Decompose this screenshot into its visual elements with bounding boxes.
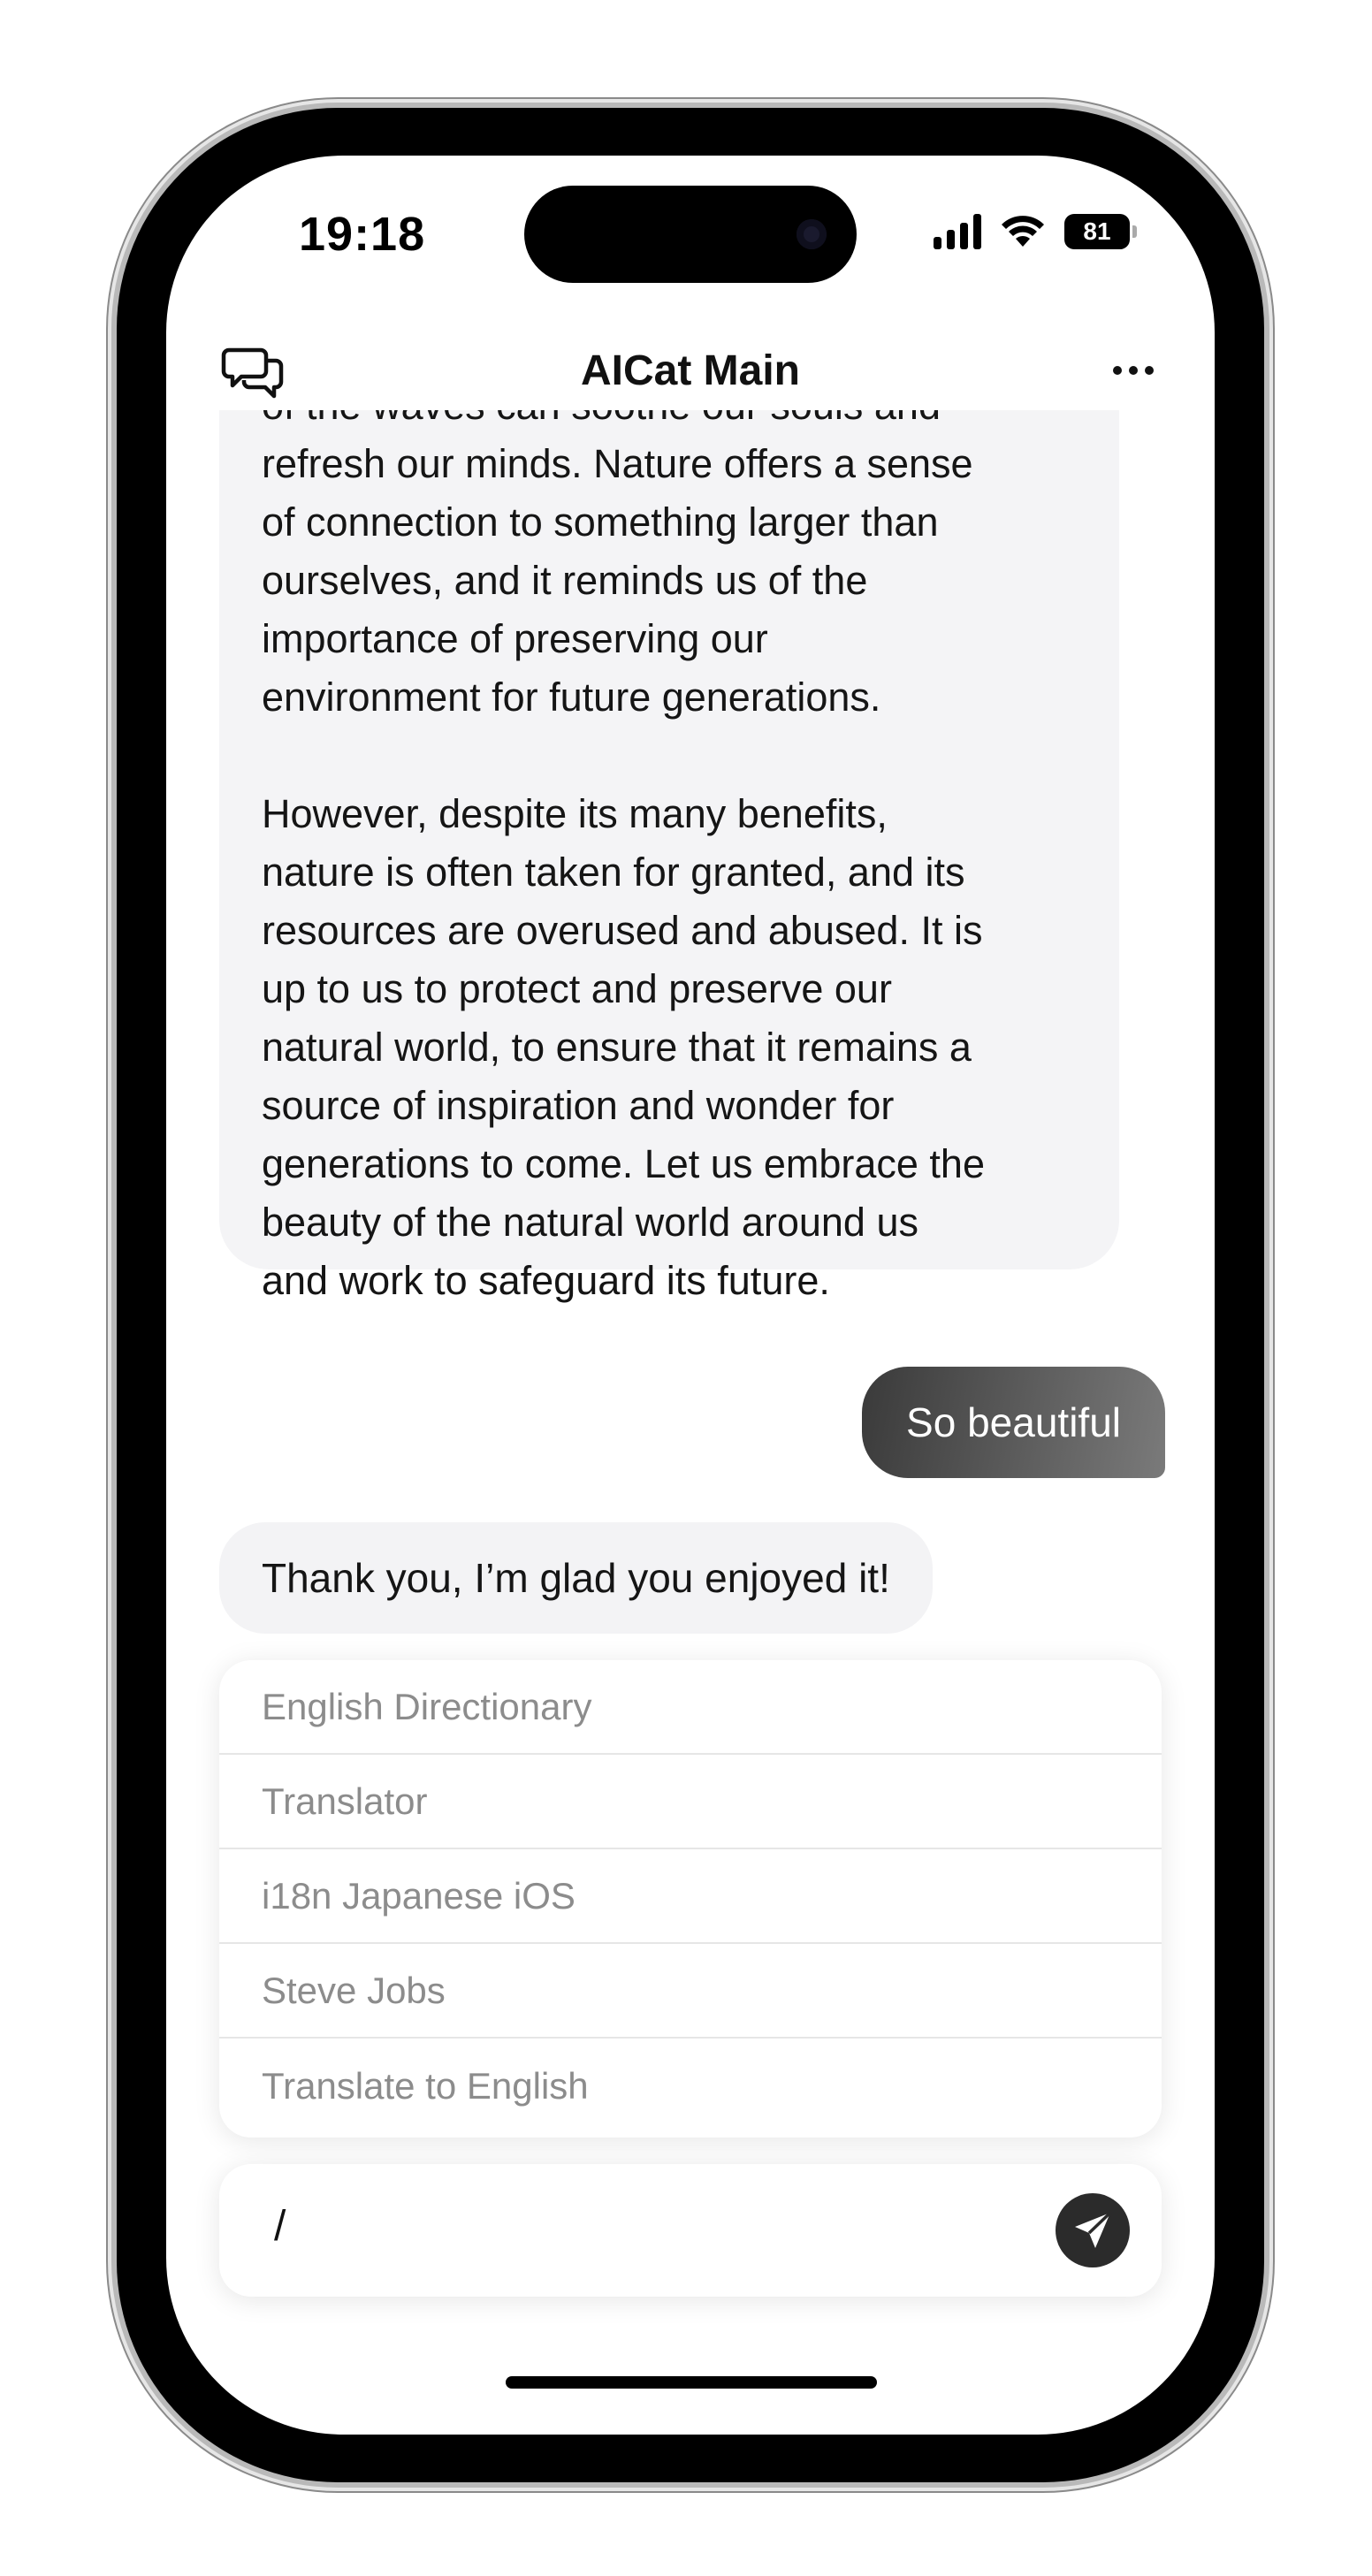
- app-header: AICat Main: [166, 332, 1215, 408]
- chat-area[interactable]: of the waves can soothe our souls and re…: [166, 410, 1215, 1736]
- suggestion-label: i18n Japanese iOS: [262, 1874, 575, 1917]
- cellular-signal-icon: [934, 214, 981, 249]
- status-time: 19:18: [299, 208, 426, 261]
- suggestion-item[interactable]: Translator: [219, 1755, 1162, 1849]
- dynamic-island: [524, 186, 857, 283]
- status-icons: 81: [934, 214, 1137, 249]
- suggestion-item[interactable]: English Directionary: [219, 1660, 1162, 1755]
- ai-message-short-text: Thank you, I’m glad you enjoyed it!: [262, 1555, 890, 1601]
- send-icon: [1075, 2211, 1112, 2248]
- suggestion-label: Steve Jobs: [262, 1969, 446, 2011]
- ai-message-bubble: of the waves can soothe our souls and re…: [219, 410, 1119, 1303]
- user-message-text: So beautiful: [906, 1399, 1121, 1445]
- ai-message-text: of the waves can soothe our souls and re…: [262, 410, 985, 1303]
- suggestion-label: Translator: [262, 1780, 428, 1822]
- message-input[interactable]: [272, 2201, 983, 2252]
- suggestion-label: English Directionary: [262, 1685, 592, 1727]
- suggestion-item[interactable]: Translate to English: [219, 2039, 1162, 2133]
- battery-level: 81: [1083, 217, 1111, 245]
- prompt-suggestion-list: English Directionary Translator i18n Jap…: [219, 1660, 1162, 2138]
- battery-indicator: 81: [1064, 214, 1137, 249]
- send-button[interactable]: [1056, 2193, 1130, 2267]
- suggestion-item[interactable]: Steve Jobs: [219, 1944, 1162, 2039]
- phone-screen: 19:18 81 AICat Main of the waves: [166, 156, 1215, 2435]
- wifi-icon: [1002, 216, 1044, 247]
- suggestion-item[interactable]: i18n Japanese iOS: [219, 1849, 1162, 1944]
- page-title: AICat Main: [580, 347, 800, 394]
- camera-icon: [797, 219, 827, 249]
- message-input-bar: [219, 2164, 1162, 2297]
- more-icon[interactable]: [1109, 355, 1158, 385]
- user-message-bubble: So beautiful: [862, 1367, 1165, 1478]
- ai-message-bubble-short: Thank you, I’m glad you enjoyed it!: [219, 1522, 933, 1634]
- suggestion-label: Translate to English: [262, 2064, 589, 2107]
- home-indicator[interactable]: [506, 2376, 877, 2389]
